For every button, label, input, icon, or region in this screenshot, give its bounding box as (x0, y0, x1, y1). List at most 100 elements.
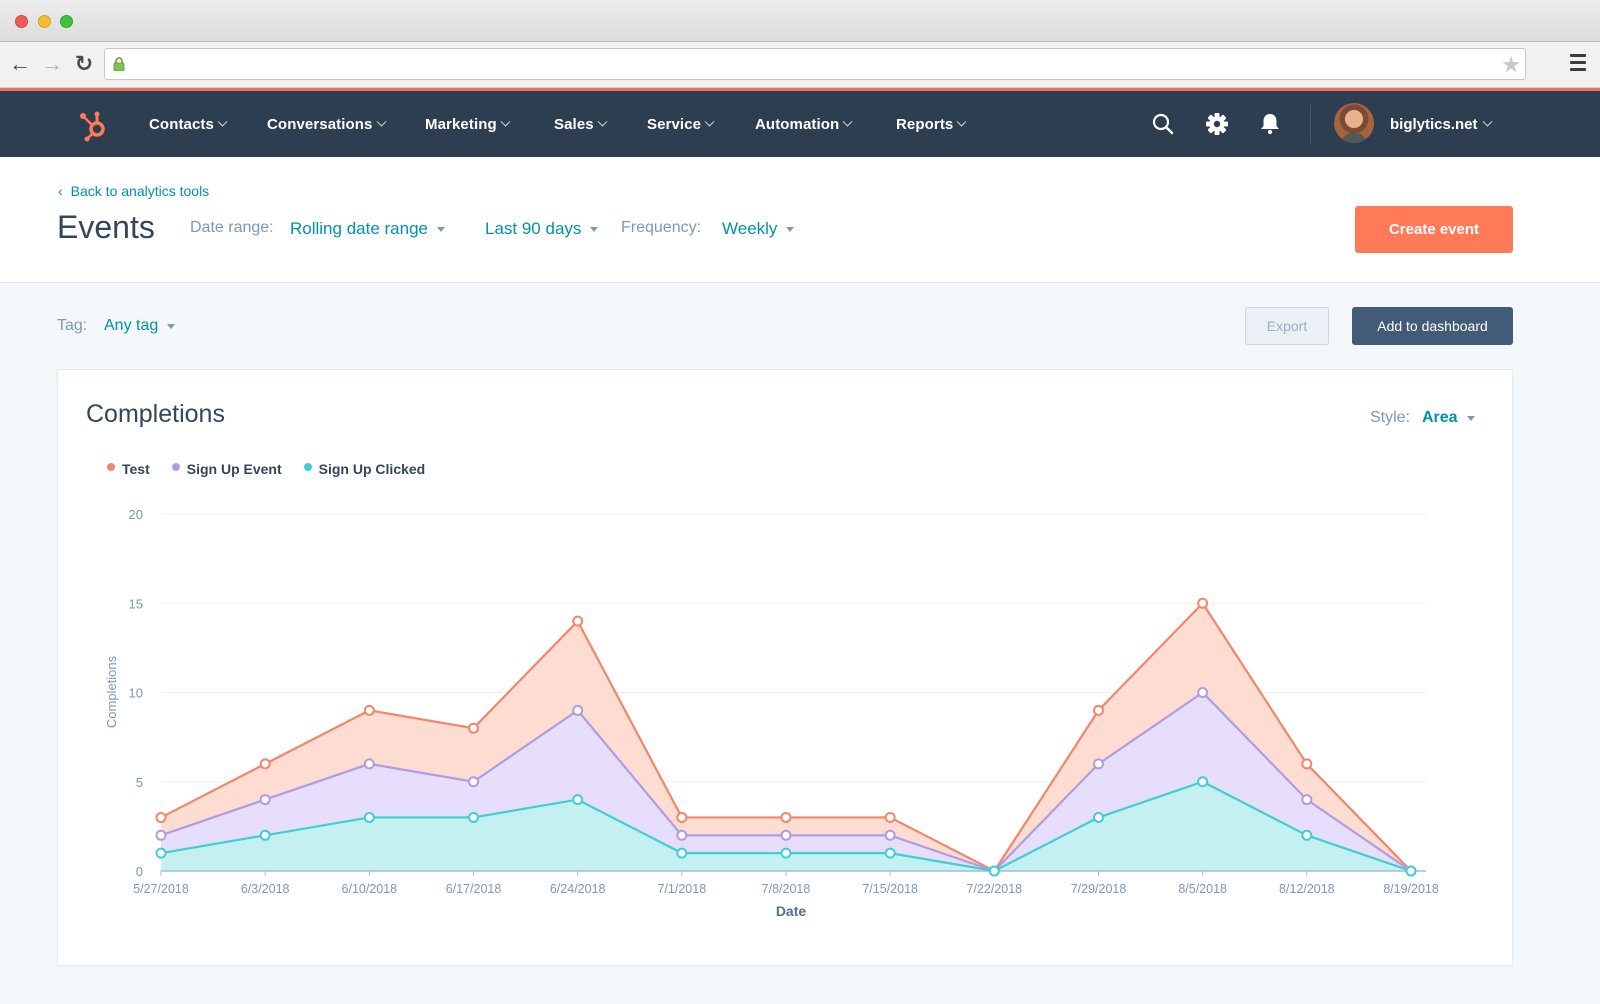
browser-menu-icon[interactable] (1570, 54, 1586, 74)
x-tick-label: 6/24/2018 (550, 882, 606, 896)
tag-dropdown[interactable]: Any tag (104, 317, 176, 335)
tag-value: Any tag (104, 317, 159, 334)
legend-label: Test (122, 461, 150, 477)
data-point (884, 847, 896, 859)
period-value: Last 90 days (485, 219, 582, 238)
data-point (988, 865, 1000, 877)
x-tick-label: 8/5/2018 (1178, 882, 1227, 896)
data-point (884, 811, 896, 823)
search-icon[interactable] (1149, 110, 1177, 138)
data-point (1301, 829, 1313, 841)
nav-sales[interactable]: Sales (554, 91, 608, 157)
data-point (155, 847, 167, 859)
x-tick-label: 6/3/2018 (241, 882, 290, 896)
bookmark-star-icon[interactable]: ★ (1501, 52, 1521, 78)
completions-card: 0 5 10 15 20 5/27/2018 6/3/2018 6/10/2018 6/17/2… (57, 369, 1513, 966)
data-point (1093, 704, 1104, 716)
nav-conversations[interactable]: Conversations (267, 91, 386, 157)
minimize-window-button[interactable] (38, 15, 51, 28)
reload-icon[interactable]: ↻ (72, 51, 96, 76)
data-point (155, 811, 167, 823)
data-point (363, 811, 375, 823)
chevron-down-icon (704, 116, 715, 127)
nav-label: Reports (896, 115, 954, 133)
legend-item-test[interactable]: Test (107, 461, 150, 477)
data-point (780, 829, 792, 841)
style-label: Style: (1370, 409, 1411, 426)
page-header: ‹ Back to analytics tools Events Date ran… (0, 157, 1600, 283)
data-point (1197, 597, 1209, 609)
style-value: Area (1422, 409, 1458, 426)
data-point (363, 758, 375, 770)
nav-label: Service (647, 115, 702, 133)
legend-label: Sign Up Event (186, 461, 282, 477)
period-dropdown[interactable]: Last 90 days (485, 219, 599, 239)
legend-dot-icon (171, 463, 180, 471)
y-tick-label: 5 (136, 775, 143, 790)
address-bar[interactable]: ★ (104, 48, 1526, 80)
nav-divider (1310, 105, 1311, 143)
x-tick-label: 6/17/2018 (446, 882, 502, 896)
nav-label: Automation (755, 115, 840, 133)
date-range-label: Date range: (190, 219, 274, 236)
chevron-down-icon (1482, 116, 1492, 127)
legend-dot-icon (107, 463, 115, 471)
chevron-left-icon: ‹ (58, 183, 63, 199)
data-point (259, 758, 271, 770)
date-range-dropdown[interactable]: Rolling date range (290, 219, 445, 239)
back-link-label: Back to analytics tools (70, 183, 210, 199)
data-point (676, 811, 688, 823)
data-point (780, 847, 792, 859)
chevron-down-icon (376, 116, 386, 127)
hubspot-logo-icon[interactable] (76, 103, 112, 143)
back-to-analytics-link[interactable]: ‹ Back to analytics tools (58, 183, 209, 199)
style-dropdown[interactable]: Area (1422, 409, 1475, 427)
add-to-dashboard-button[interactable]: Add to dashboard (1352, 307, 1513, 345)
nav-reports[interactable]: Reports (896, 91, 967, 157)
settings-gear-icon[interactable] (1203, 110, 1231, 138)
data-point (259, 829, 271, 841)
x-axis-title: Date (776, 903, 807, 919)
user-avatar[interactable] (1334, 103, 1374, 143)
caret-down-icon (167, 323, 176, 329)
data-point (1405, 865, 1417, 877)
legend-dot-icon (303, 463, 312, 471)
page-title: Events (57, 209, 155, 245)
create-event-button[interactable]: Create event (1355, 206, 1513, 253)
notifications-bell-icon[interactable] (1256, 110, 1284, 138)
data-point (780, 811, 792, 823)
frequency-dropdown[interactable]: Weekly (722, 219, 795, 239)
y-tick-label: 0 (136, 864, 143, 879)
chevron-down-icon (217, 116, 228, 127)
back-arrow-icon[interactable]: ← (8, 51, 32, 76)
legend-item-sign-up-clicked[interactable]: Sign Up Clicked (303, 461, 426, 477)
close-window-button[interactable] (15, 15, 28, 28)
nav-marketing[interactable]: Marketing (425, 91, 511, 157)
data-point (676, 847, 688, 859)
legend-item-sign-up-event[interactable]: Sign Up Event (171, 461, 282, 477)
nav-label: Sales (554, 115, 594, 133)
forward-arrow-icon[interactable]: → (40, 51, 64, 76)
legend-label: Sign Up Clicked (318, 461, 426, 477)
account-name: biglytics.net (1390, 115, 1478, 133)
x-tick-label: 7/8/2018 (762, 882, 811, 896)
data-point (1301, 794, 1313, 806)
date-range-value: Rolling date range (290, 219, 428, 238)
data-point (468, 722, 479, 734)
export-button[interactable]: Export (1245, 307, 1329, 345)
account-menu[interactable]: biglytics.net (1390, 91, 1492, 157)
nav-service[interactable]: Service (647, 91, 715, 157)
nav-label: Conversations (267, 115, 373, 133)
caret-down-icon (786, 226, 795, 232)
data-point (572, 794, 584, 806)
nav-contacts[interactable]: Contacts (149, 91, 228, 157)
chevron-down-icon (842, 116, 853, 127)
x-tick-label: 8/19/2018 (1383, 882, 1439, 896)
data-point (259, 794, 271, 806)
card-title: Completions (86, 400, 225, 428)
data-point (572, 615, 584, 627)
frequency-label: Frequency: (621, 219, 702, 236)
maximize-window-button[interactable] (60, 15, 73, 28)
x-tick-label: 5/27/2018 (133, 882, 189, 896)
nav-automation[interactable]: Automation (755, 91, 853, 157)
